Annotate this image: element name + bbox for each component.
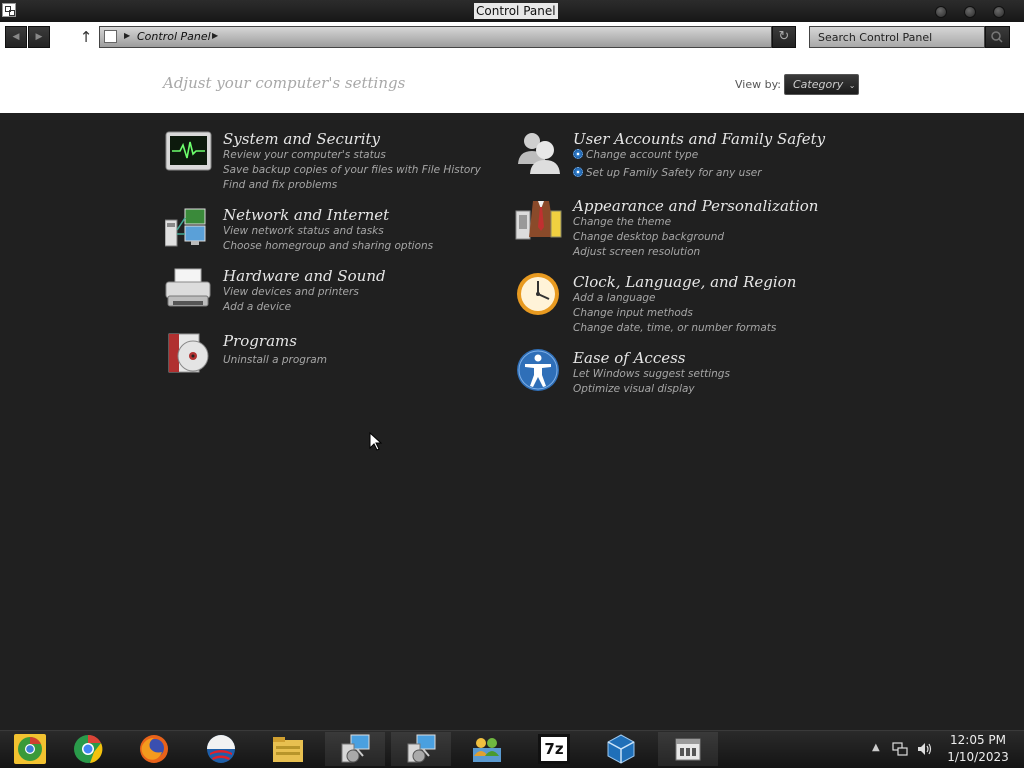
taskbar-obama-app[interactable] [191,732,251,766]
control-panel-icon [675,738,701,761]
view-by-label: View by: [735,78,781,91]
link-homegroup-sharing[interactable]: Choose homegroup and sharing options [223,240,433,252]
title-bar: Control Panel [0,0,1024,22]
minimize-button[interactable] [935,6,947,18]
admin-shield-icon [573,167,583,177]
search-input[interactable] [809,26,985,48]
clock-date[interactable]: 1/10/2023 [941,750,1015,764]
taskbar-7zip[interactable]: 7z [524,732,584,766]
network-setup-2-icon [407,734,436,763]
view-by-value: Category [793,78,844,91]
firefox-icon [140,735,168,763]
chevron-down-icon: ⌄ [848,81,856,90]
breadcrumb-control-panel[interactable]: Control Panel [137,30,211,43]
search-icon [991,31,1003,43]
link-input-methods[interactable]: Change input methods [573,307,693,319]
taskbar-users-network[interactable] [457,732,517,766]
users-icon[interactable] [515,130,563,178]
link-network-status[interactable]: View network status and tasks [223,225,384,237]
link-screen-resolution[interactable]: Adjust screen resolution [573,246,700,258]
chrome-canary-icon [14,734,46,764]
link-review-status[interactable]: Review your computer's status [223,149,386,161]
category-title-system-security[interactable]: System and Security [223,130,380,148]
category-panel: System and Security Review your computer… [0,113,1024,730]
printer-icon[interactable] [165,267,213,315]
admin-shield-icon [573,149,583,159]
clock-icon[interactable] [515,273,563,321]
network-tray-icon[interactable] [892,741,908,757]
network-setup-icon [341,734,370,763]
taskbar-firefox[interactable] [124,732,184,766]
category-title-hardware-sound[interactable]: Hardware and Sound [223,267,386,285]
category-title-network-internet[interactable]: Network and Internet [223,206,389,224]
category-title-ease-of-access[interactable]: Ease of Access [573,349,686,367]
search-button[interactable] [985,26,1010,48]
maximize-button[interactable] [964,6,976,18]
view-by-dropdown[interactable]: Category ⌄ [784,74,859,95]
taskbar-network-setup-2[interactable] [391,732,451,766]
category-title-programs[interactable]: Programs [223,332,297,350]
link-family-safety[interactable]: Set up Family Safety for any user [573,167,762,179]
volume-icon[interactable] [916,741,934,757]
appearance-suit-icon[interactable] [515,197,563,245]
link-change-theme[interactable]: Change the theme [573,216,671,228]
taskbar-chrome[interactable] [58,732,118,766]
link-devices-printers[interactable]: View devices and printers [223,286,359,298]
taskbar-control-panel[interactable] [658,732,718,766]
window-title: Control Panel [474,3,558,19]
navigation-bar: ◀ ▶ ↑ ▶ Control Panel ▶ ↻ [0,22,1024,53]
category-title-appearance[interactable]: Appearance and Personalization [573,197,818,215]
forward-button[interactable]: ▶ [28,26,50,48]
link-uninstall-program[interactable]: Uninstall a program [223,354,327,366]
network-computers-icon[interactable] [165,206,213,254]
mouse-cursor-icon [369,432,383,451]
breadcrumb-chevron-icon[interactable]: ▶ [124,31,130,40]
link-find-fix-problems[interactable]: Find and fix problems [223,179,337,191]
link-date-time-formats[interactable]: Change date, time, or number formats [573,322,776,334]
close-button[interactable] [993,6,1005,18]
category-title-clock-language-region[interactable]: Clock, Language, and Region [573,273,796,291]
link-change-account-type[interactable]: Change account type [573,149,698,161]
users-network-icon [473,738,501,762]
link-change-account-type-label: Change account type [586,149,699,161]
refresh-button[interactable]: ↻ [772,26,796,48]
link-family-safety-label: Set up Family Safety for any user [586,167,762,179]
address-bar[interactable]: ▶ Control Panel ▶ [99,26,772,48]
back-button[interactable]: ◀ [5,26,27,48]
7zip-icon: 7z [538,734,570,764]
virtualbox-icon [607,734,635,764]
show-hidden-icons-button[interactable]: ▲ [872,742,880,753]
file-explorer-icon [273,737,303,762]
obama-logo-icon [207,735,235,763]
link-windows-suggest-settings[interactable]: Let Windows suggest settings [573,368,730,380]
link-desktop-background[interactable]: Change desktop background [573,231,724,243]
taskbar-file-explorer[interactable] [258,732,318,766]
category-title-user-accounts[interactable]: User Accounts and Family Safety [573,130,825,148]
taskbar: 7z ▲ 12:05 PM 1/10/2023 [0,730,1024,768]
up-button[interactable]: ↑ [77,26,95,48]
control-panel-small-icon [104,30,117,43]
breadcrumb-chevron-icon[interactable]: ▶ [212,31,218,40]
link-optimize-visual-display[interactable]: Optimize visual display [573,383,695,395]
page-header: Adjust your computer's settings View by:… [0,53,1024,113]
system-security-monitor-icon[interactable] [165,130,213,178]
taskbar-virtualbox[interactable] [591,732,651,766]
page-title: Adjust your computer's settings [163,74,406,92]
clock-time[interactable]: 12:05 PM [941,733,1015,747]
link-add-device[interactable]: Add a device [223,301,291,313]
chrome-icon [74,734,103,763]
link-file-history[interactable]: Save backup copies of your files with Fi… [223,164,481,176]
taskbar-network-setup[interactable] [325,732,385,766]
control-panel-app-icon [2,3,16,17]
link-add-language[interactable]: Add a language [573,292,656,304]
programs-disc-icon[interactable] [165,332,213,380]
taskbar-chrome-canary[interactable] [0,732,60,766]
ease-of-access-icon[interactable] [515,349,563,397]
